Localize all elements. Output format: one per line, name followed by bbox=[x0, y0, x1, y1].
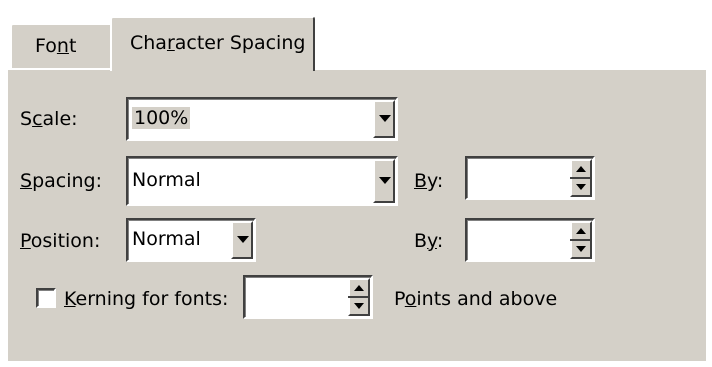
position-label: Position: bbox=[20, 230, 101, 252]
spacing-dropdown-button[interactable] bbox=[373, 159, 395, 203]
font-dialog: Font Character Spacing Scale: 100% Spaci… bbox=[0, 0, 712, 367]
scale-value: 100% bbox=[132, 107, 191, 129]
position-by-label: By: bbox=[414, 230, 444, 252]
tab-character-spacing-label: Character Spacing bbox=[130, 32, 306, 54]
spin-up-icon[interactable] bbox=[576, 228, 586, 234]
spacing-by-label: By: bbox=[414, 170, 444, 192]
spacing-by-field[interactable] bbox=[465, 156, 595, 200]
position-value: Normal bbox=[132, 228, 201, 250]
kerning-suffix-label: Points and above bbox=[394, 288, 558, 310]
dropdown-arrow-icon bbox=[379, 177, 391, 184]
position-dropdown-button[interactable] bbox=[231, 221, 253, 259]
spin-up-icon[interactable] bbox=[354, 285, 364, 291]
spin-down-icon[interactable] bbox=[354, 303, 364, 309]
position-by-spinner[interactable] bbox=[570, 221, 592, 259]
scale-label: Scale: bbox=[20, 108, 78, 130]
spacing-by-spinner[interactable] bbox=[570, 159, 592, 197]
kerning-label: Kerning for fonts: bbox=[64, 288, 229, 310]
spacing-dropdown[interactable]: Normal bbox=[126, 156, 398, 206]
dropdown-arrow-icon bbox=[237, 236, 249, 243]
spin-up-icon[interactable] bbox=[576, 166, 586, 172]
tab-character-spacing[interactable]: Character Spacing bbox=[110, 16, 315, 71]
spin-down-icon[interactable] bbox=[576, 246, 586, 252]
tab-font[interactable]: Font bbox=[10, 23, 116, 69]
kerning-points-field[interactable] bbox=[243, 275, 373, 319]
spinner-divider bbox=[348, 296, 370, 298]
tab-font-label: Font bbox=[35, 35, 77, 57]
scale-dropdown[interactable]: 100% bbox=[126, 97, 398, 141]
kerning-spinner[interactable] bbox=[348, 278, 370, 316]
spin-down-icon[interactable] bbox=[576, 184, 586, 190]
spinner-divider bbox=[570, 177, 592, 179]
scale-dropdown-button[interactable] bbox=[373, 100, 395, 138]
dropdown-arrow-icon bbox=[379, 115, 391, 122]
spacing-value: Normal bbox=[132, 169, 201, 191]
spacing-label: Spacing: bbox=[20, 170, 102, 192]
kerning-checkbox[interactable] bbox=[36, 288, 56, 308]
spinner-divider bbox=[570, 239, 592, 241]
position-dropdown[interactable]: Normal bbox=[126, 218, 256, 262]
position-by-field[interactable] bbox=[465, 218, 595, 262]
